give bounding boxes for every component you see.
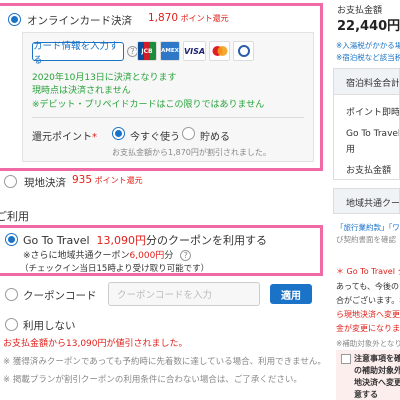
apply-coupon-button[interactable]: 適用: [270, 284, 312, 304]
sidebar-row-goto: Go To Travel: [346, 129, 400, 139]
no-coupon-radio[interactable]: [5, 318, 18, 331]
sidebar-goto-notice-3: 合がございます。本: [336, 296, 400, 305]
sidebar-goto-notice-4: ら現地決済へ変更: [336, 310, 400, 319]
coupon-code-radio[interactable]: [5, 288, 18, 301]
sidebar-row-total: 宿泊料金合計: [334, 69, 399, 95]
sidebar-tax-note[interactable]: ※入湯税がかかる場: [336, 40, 400, 51]
visa-logo: VISA: [183, 41, 206, 61]
sidebar-row-points: ポイント即時: [346, 108, 400, 118]
use-now-label: 今すぐ使う: [130, 132, 180, 143]
sidebar-goto-notice-5: 金が変更になります: [336, 324, 400, 333]
card-info-button[interactable]: カード情報を入力する: [32, 41, 124, 66]
sidebar-total-value: 22,440円: [337, 19, 400, 34]
onsite-payment-points: 935 ポイント還元: [72, 174, 143, 186]
sidebar-goto-notice-2: あっても、今後の: [336, 282, 399, 291]
coupon-footnote-2: ※ 掲載プランが割引クーポンの利用条件に合わない場合は、ご了承ください。: [3, 375, 302, 385]
online-payment-radio[interactable]: [8, 13, 21, 26]
settlement-date-note: 2020年10月13日に決済となります: [32, 73, 177, 83]
onsite-payment-label: 現地決済: [24, 177, 66, 189]
onsite-payment-radio[interactable]: [4, 175, 17, 188]
agree-checkbox[interactable]: [341, 354, 351, 364]
regional-help-icon[interactable]: ?: [180, 250, 192, 261]
sidebar-tax-note-2[interactable]: ※宿泊税など該当税: [336, 52, 400, 63]
sidebar-goto-notice-6: ※補助対象外となり: [336, 339, 400, 348]
goto-travel-radio[interactable]: [5, 233, 18, 246]
agree-text-1: 注意事項を確: [354, 354, 400, 363]
sidebar-goto-notice-1: ＊ Go To Travel ク: [336, 267, 400, 276]
coupon-discount-note: お支払金額から13,090円が値引されました。: [3, 339, 188, 349]
settlement-pending-note: 現時点は決済されません: [32, 86, 131, 96]
coupon-code-input[interactable]: クーポンコードを入力: [108, 282, 260, 306]
amex-logo: AMEX: [160, 41, 180, 61]
mastercard-logo: [209, 41, 230, 61]
diners-logo: [233, 41, 254, 61]
sidebar-travel-links[interactable]: 「旅行業約款」「ワ: [336, 222, 400, 233]
use-now-radio[interactable]: [112, 127, 125, 140]
sidebar-travel-links-2: び契約書面を確認: [336, 235, 396, 244]
coupon-code-label: クーポンコード: [23, 290, 97, 302]
save-points-radio[interactable]: [182, 127, 195, 140]
no-coupon-label: 利用しない: [23, 320, 76, 332]
online-payment-label: オンラインカード決済: [27, 15, 132, 27]
goto-travel-label: Go To Travel 13,090円分のクーポンを利用する: [23, 234, 268, 247]
regional-coupon-note: ※さらに地域共通クーポン6,000円分 ?: [23, 248, 192, 261]
sidebar-regional-coupon: 地域共通クー: [333, 188, 400, 214]
agree-text-2: の補助対象外: [354, 366, 400, 375]
points-deduct-note: お支払金額から1,870円が割引されました。: [112, 148, 271, 157]
agree-text-4: 意する: [354, 390, 378, 399]
online-payment-points: 1,870 ポイント還元: [148, 12, 229, 24]
agree-text-3: 地決済へ変更: [354, 378, 400, 387]
save-points-label: 貯める: [200, 132, 230, 143]
jcb-logo: JCB: [137, 41, 157, 61]
sidebar-row-payment: お支払金額: [346, 166, 392, 176]
checkin-note: （チェックイン当日15時より受け取り可能です）: [20, 264, 210, 274]
debit-card-note: ※デビット・プリペイドカードはこの限りではありません: [32, 100, 265, 110]
sidebar-price-box: 宿泊料金合計 ポイント即時 Go To Travel 用 お支払金額: [333, 68, 400, 180]
return-points-label: 還元ポイント*: [32, 132, 97, 143]
sidebar-row-goto-suffix: 用: [346, 145, 356, 155]
coupon-footnote-1: ※ 獲得済みクーポンであっても予約時に先着数に達している場合、利用できません。: [3, 357, 326, 367]
coupon-section-heading: ご利用: [0, 210, 29, 223]
divider: [32, 117, 304, 118]
